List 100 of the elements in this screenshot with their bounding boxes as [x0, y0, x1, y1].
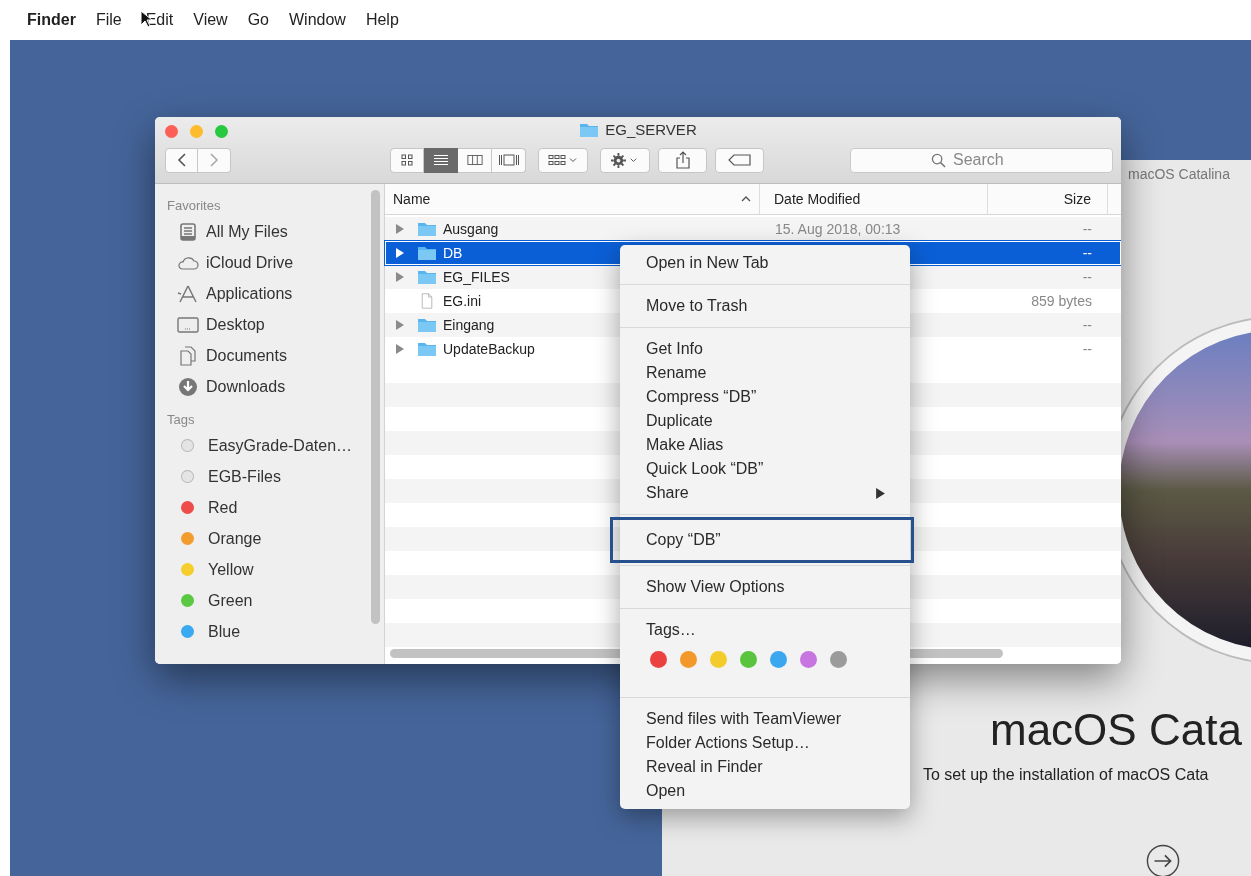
folder-icon	[417, 341, 437, 357]
sidebar-item[interactable]: Orange	[208, 529, 262, 548]
file-name: UpdateBackup	[443, 341, 535, 357]
chevron-left-icon	[176, 152, 187, 168]
file-name: Ausgang	[443, 221, 499, 237]
menu-item[interactable]: Quick Look “DB”	[620, 457, 910, 481]
tag-color-dot[interactable]	[830, 651, 847, 668]
tag-button[interactable]	[715, 147, 764, 173]
file-row[interactable]: Ausgang 15. Aug 2018, 00:13 --	[385, 217, 1121, 241]
file-name: DB	[443, 245, 463, 261]
arrange-button[interactable]	[538, 147, 588, 173]
tag-color-dot[interactable]	[740, 651, 757, 668]
disclosure-triangle-icon[interactable]	[396, 320, 404, 330]
close-button[interactable]	[165, 124, 178, 138]
date-modified: 15. Aug 2018, 00:13	[775, 221, 901, 237]
sidebar-item[interactable]: iCloud Drive	[206, 253, 294, 272]
view-mode-button[interactable]	[424, 147, 458, 173]
sidebar-item[interactable]: Applications	[206, 284, 293, 303]
continue-arrow-icon[interactable]	[1146, 844, 1180, 876]
columns-icon	[466, 153, 483, 167]
sidebar-item[interactable]: All My Files	[206, 222, 288, 241]
sidebar-item[interactable]: EGB-Files	[208, 467, 281, 486]
menu-item[interactable]: Compress “DB”	[620, 385, 910, 409]
window-title: EG_SERVER	[605, 121, 697, 138]
menu-bar-item[interactable]: View	[193, 11, 228, 29]
menu-item[interactable]: Move to Trash	[620, 294, 910, 318]
menu-bar-item[interactable]: Go	[247, 11, 269, 29]
file-name: EG_FILES	[443, 269, 510, 285]
folder-icon	[417, 245, 437, 261]
disclosure-triangle-icon[interactable]	[396, 248, 404, 258]
tag-color-dot[interactable]	[680, 651, 697, 668]
view-mode-button[interactable]	[458, 147, 492, 173]
menu-item[interactable]: Share	[620, 481, 910, 505]
grid-icon	[399, 153, 415, 167]
menu-item[interactable]: Folder Actions Setup…	[620, 731, 910, 755]
column-header[interactable]: Size	[988, 184, 1108, 214]
menu-item[interactable]: Show View Options	[620, 575, 910, 599]
scrollbar[interactable]	[371, 190, 380, 624]
menu-item[interactable]: Get Info	[620, 337, 910, 361]
menu-item[interactable]: Send files with TeamViewer	[620, 707, 910, 731]
column-header[interactable]: Date Modified	[760, 184, 988, 214]
tag-color-dot[interactable]	[800, 651, 817, 668]
file-tray-icon	[177, 221, 199, 242]
tag-color-dot[interactable]	[770, 651, 787, 668]
sidebar-item[interactable]: Blue	[208, 622, 241, 641]
disclosure-triangle-icon[interactable]	[396, 224, 404, 234]
share-icon	[674, 151, 691, 169]
window-title: macOS Catalina	[1128, 166, 1230, 182]
sidebar-item[interactable]: Yellow	[208, 560, 254, 579]
tag-icon	[727, 153, 752, 167]
disclosure-triangle-icon[interactable]	[396, 272, 404, 282]
download-icon	[177, 376, 199, 397]
search-field[interactable]: Search	[850, 147, 1113, 173]
menu-bar-item[interactable]: File	[95, 11, 122, 29]
file-size: --	[1082, 269, 1092, 285]
sidebar-item[interactable]: Green	[208, 591, 253, 610]
tag-color-dot[interactable]	[710, 651, 727, 668]
zoom-button[interactable]	[215, 124, 228, 138]
menu-item[interactable]: Tags…	[620, 618, 910, 642]
disclosure-triangle-icon[interactable]	[396, 344, 404, 354]
file-size: --	[1082, 317, 1092, 333]
file-size: --	[1082, 341, 1092, 357]
back-button[interactable]	[165, 147, 198, 173]
chevron-right-icon	[209, 152, 219, 168]
view-mode-button[interactable]	[492, 147, 526, 173]
folder-icon	[417, 221, 437, 237]
menu-item[interactable]: Open	[620, 779, 910, 803]
tag-color-dot[interactable]	[650, 651, 667, 668]
menu-item[interactable]: Open in New Tab	[620, 251, 910, 275]
folder-icon	[417, 317, 437, 333]
documents-icon	[177, 345, 199, 366]
sidebar-item[interactable]: Downloads	[206, 377, 286, 396]
menu-item[interactable]: Rename	[620, 361, 910, 385]
sidebar-item[interactable]: EasyGrade-Daten…	[208, 436, 353, 455]
share-button[interactable]	[658, 147, 707, 173]
installer-heading: macOS Cata	[990, 705, 1242, 755]
menu-item[interactable]: Reveal in Finder	[620, 755, 910, 779]
sidebar-heading: Favorites	[167, 197, 222, 215]
sidebar-item[interactable]: Red	[208, 498, 238, 517]
search-icon	[931, 152, 946, 168]
forward-button[interactable]	[198, 147, 231, 173]
action-button[interactable]	[600, 147, 650, 173]
menu-bar-item[interactable]: Finder	[27, 11, 76, 29]
gallery-icon	[497, 153, 520, 167]
sidebar-item[interactable]: Documents	[206, 346, 287, 365]
sidebar-item[interactable]: Desktop	[206, 315, 265, 334]
installer-subtitle: To set up the installation of macOS Cata	[923, 766, 1209, 784]
file-name: EG.ini	[443, 293, 482, 309]
file-size: 859 bytes	[1031, 293, 1092, 309]
file-size: --	[1082, 245, 1092, 261]
sidebar-heading: Tags	[167, 411, 196, 429]
app-store-icon	[177, 283, 199, 304]
menu-item[interactable]: Duplicate	[620, 409, 910, 433]
view-mode-button[interactable]	[390, 147, 424, 173]
column-header[interactable]: Name	[385, 184, 760, 214]
menu-item[interactable]: Copy “DB”	[610, 517, 914, 563]
menu-bar-item[interactable]: Help	[365, 11, 399, 29]
folder-icon	[417, 269, 437, 285]
menu-bar-item[interactable]: Window	[289, 11, 346, 29]
menu-item[interactable]: Make Alias	[620, 433, 910, 457]
